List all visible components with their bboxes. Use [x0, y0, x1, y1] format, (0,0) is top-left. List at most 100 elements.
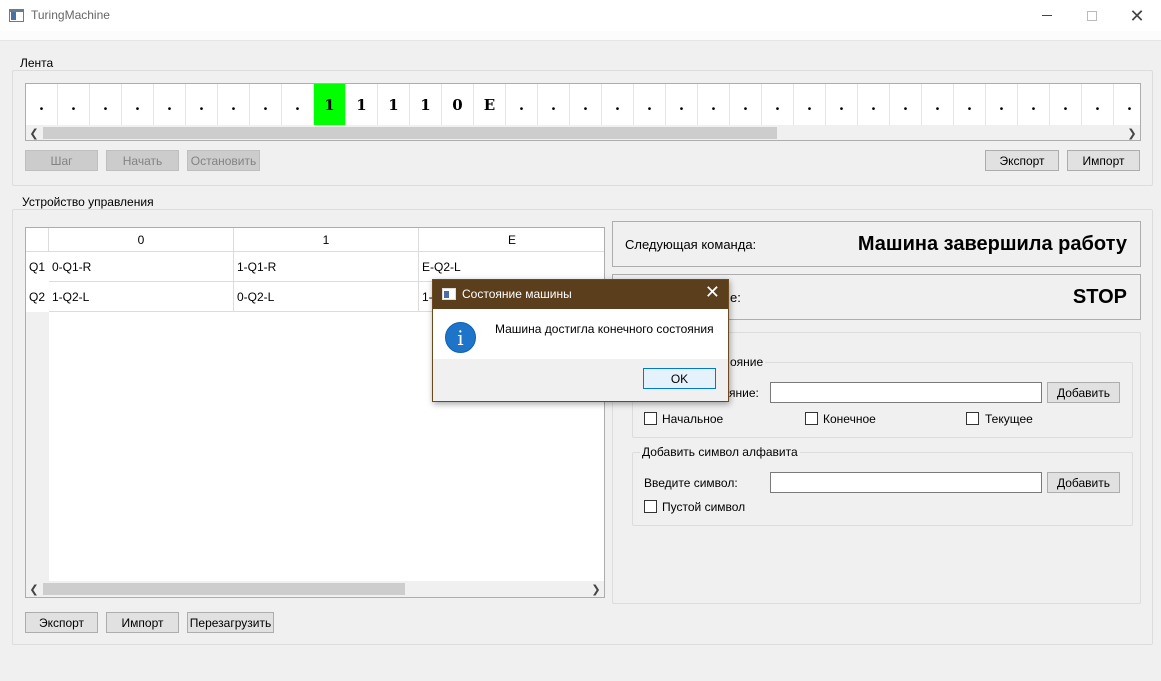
- tape-cell[interactable]: .: [538, 84, 570, 125]
- tape-scrollbar[interactable]: ❮ ❯: [26, 125, 1140, 140]
- ok-button[interactable]: OK: [643, 368, 716, 389]
- tape-cell[interactable]: .: [986, 84, 1018, 125]
- app-icon: [442, 288, 456, 300]
- step-button[interactable]: Шаг: [25, 150, 98, 171]
- row-header[interactable]: Q2: [26, 282, 49, 312]
- machine-state-dialog: Состояние машины ✕ i Машина достигла кон…: [432, 279, 729, 402]
- table-scrollbar[interactable]: ❮ ❯: [26, 581, 604, 597]
- empty-symbol-checkbox[interactable]: [644, 500, 657, 513]
- tape-cell[interactable]: .: [282, 84, 314, 125]
- title-bar: TuringMachine ✕: [0, 0, 1161, 31]
- tape-cell[interactable]: .: [858, 84, 890, 125]
- tape-cell[interactable]: .: [218, 84, 250, 125]
- tape-cell[interactable]: 1: [346, 84, 378, 125]
- tape-cell[interactable]: E: [474, 84, 506, 125]
- tape-cell[interactable]: .: [90, 84, 122, 125]
- dialog-title-bar: Состояние машины ✕: [433, 280, 728, 309]
- tape-export-button[interactable]: Экспорт: [985, 150, 1059, 171]
- minimize-button[interactable]: [1024, 0, 1070, 31]
- tape-cell[interactable]: .: [1114, 84, 1140, 125]
- scroll-thumb[interactable]: [43, 127, 777, 139]
- scroll-right-icon[interactable]: ❯: [588, 582, 604, 596]
- minimize-icon: [1042, 15, 1052, 16]
- start-button[interactable]: Начать: [106, 150, 179, 171]
- tape-cell[interactable]: .: [602, 84, 634, 125]
- add-symbol-title: Добавить символ алфавита: [640, 445, 800, 459]
- table-cell[interactable]: 1-Q1-R: [234, 252, 419, 282]
- state-label: е:: [730, 289, 741, 305]
- tape-cell[interactable]: .: [58, 84, 90, 125]
- tape-cell[interactable]: .: [186, 84, 218, 125]
- dialog-message: Машина достигла конечного состояния: [495, 322, 714, 336]
- stop-button[interactable]: Остановить: [187, 150, 260, 171]
- state-input[interactable]: [770, 382, 1042, 403]
- tape-cell-active[interactable]: 1: [314, 84, 346, 125]
- next-command-panel: Следующая команда: Машина завершила рабо…: [612, 221, 1141, 267]
- tape-cell[interactable]: .: [26, 84, 58, 125]
- close-icon[interactable]: ✕: [705, 283, 720, 301]
- table-cell[interactable]: E-Q2-L: [419, 252, 604, 282]
- tape-cell[interactable]: .: [122, 84, 154, 125]
- dialog-footer: OK: [433, 359, 728, 401]
- add-state-title: ояние: [728, 355, 766, 369]
- window-title: TuringMachine: [31, 8, 110, 22]
- tape-cell[interactable]: .: [794, 84, 826, 125]
- tape-cell[interactable]: .: [730, 84, 762, 125]
- symbol-input[interactable]: [770, 472, 1042, 493]
- tape-cell[interactable]: .: [506, 84, 538, 125]
- tape-cell[interactable]: .: [1050, 84, 1082, 125]
- tape-cell[interactable]: .: [570, 84, 602, 125]
- dialog-body: i Машина достигла конечного состояния: [433, 309, 728, 359]
- next-command-label: Следующая команда:: [625, 236, 757, 252]
- row-header[interactable]: Q1: [26, 252, 49, 282]
- tape-cell[interactable]: .: [250, 84, 282, 125]
- next-command-value: Машина завершила работу: [857, 232, 1127, 255]
- table-export-button[interactable]: Экспорт: [25, 612, 98, 633]
- symbol-input-label: Введите символ:: [644, 476, 738, 490]
- dialog-title: Состояние машины: [462, 287, 572, 301]
- tape-cell[interactable]: .: [698, 84, 730, 125]
- maximize-button[interactable]: [1069, 0, 1115, 31]
- close-window-button[interactable]: ✕: [1114, 0, 1160, 31]
- tape-cell[interactable]: 1: [410, 84, 442, 125]
- empty-symbol-label: Пустой символ: [662, 500, 746, 514]
- table-cell[interactable]: 0-Q2-L: [234, 282, 419, 312]
- scroll-left-icon[interactable]: ❮: [26, 126, 42, 140]
- tape-cell[interactable]: .: [154, 84, 186, 125]
- reload-button[interactable]: Перезагрузить: [187, 612, 274, 633]
- tape-cell[interactable]: .: [890, 84, 922, 125]
- tape-cell[interactable]: .: [666, 84, 698, 125]
- add-symbol-button[interactable]: Добавить: [1047, 472, 1120, 493]
- current-checkbox-label: Текущее: [985, 412, 1033, 426]
- tape-cell[interactable]: .: [762, 84, 794, 125]
- corner-cell[interactable]: [26, 228, 49, 252]
- initial-checkbox[interactable]: [644, 412, 657, 425]
- scroll-right-icon[interactable]: ❯: [1124, 126, 1140, 140]
- column-header[interactable]: E: [419, 228, 604, 252]
- tape-cell[interactable]: .: [954, 84, 986, 125]
- table-cell[interactable]: 1-Q2-L: [49, 282, 234, 312]
- tape-view[interactable]: .........11110E.................... ❮ ❯: [25, 83, 1141, 141]
- add-state-button[interactable]: Добавить: [1047, 382, 1120, 403]
- scroll-left-icon[interactable]: ❮: [26, 582, 42, 596]
- tape-cell[interactable]: .: [922, 84, 954, 125]
- column-header[interactable]: 1: [234, 228, 419, 252]
- close-icon: ✕: [1129, 5, 1145, 26]
- column-header[interactable]: 0: [49, 228, 234, 252]
- tape-cell[interactable]: .: [826, 84, 858, 125]
- final-checkbox[interactable]: [805, 412, 818, 425]
- initial-checkbox-label: Начальное: [662, 412, 724, 426]
- tape-cell[interactable]: 0: [442, 84, 474, 125]
- tape-cell[interactable]: .: [1082, 84, 1114, 125]
- menu-strip: [0, 31, 1161, 41]
- maximize-icon: [1087, 10, 1097, 21]
- tape-cell[interactable]: .: [634, 84, 666, 125]
- tape-group-title: Лента: [18, 56, 56, 70]
- table-cell[interactable]: 0-Q1-R: [49, 252, 234, 282]
- tape-cell[interactable]: 1: [378, 84, 410, 125]
- current-checkbox[interactable]: [966, 412, 979, 425]
- tape-import-button[interactable]: Импорт: [1067, 150, 1140, 171]
- tape-cell[interactable]: .: [1018, 84, 1050, 125]
- scroll-thumb[interactable]: [43, 583, 405, 595]
- table-import-button[interactable]: Импорт: [106, 612, 179, 633]
